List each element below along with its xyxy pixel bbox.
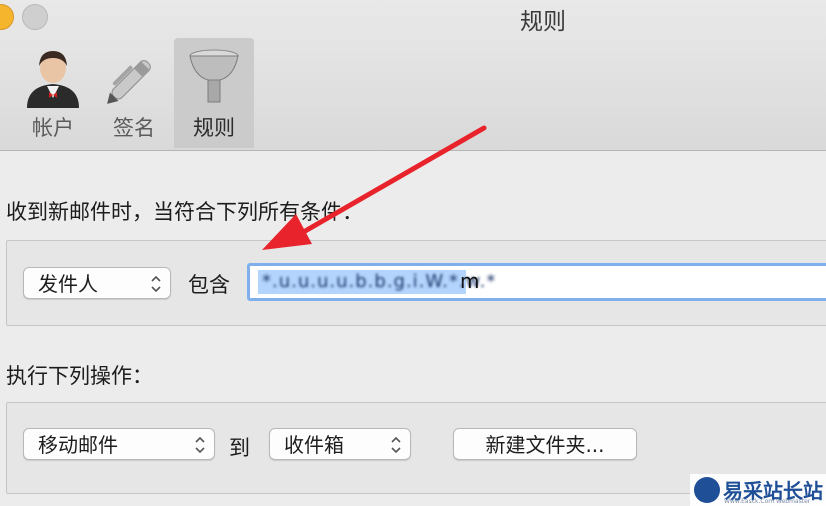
window-toolbar: 规则 帐户 签名 规则 xyxy=(0,0,826,151)
mailbox-select[interactable]: 收件箱 xyxy=(269,428,411,460)
chevron-updown-icon xyxy=(195,436,205,454)
condition-field-value: 发件人 xyxy=(38,272,98,296)
tab-label: 帐户 xyxy=(32,116,74,140)
condition-value-field[interactable]: *.u.u.u.u.b.b.g.i.W.*.w.* m xyxy=(247,263,826,301)
chevron-updown-icon xyxy=(391,436,401,454)
person-icon xyxy=(27,51,79,108)
tab-signatures[interactable]: 签名 xyxy=(94,38,174,148)
site-watermark: 易采站长站 Www.Easck.Com Webmaster xyxy=(690,474,826,506)
action-select-value: 移动邮件 xyxy=(38,433,118,457)
tab-label: 签名 xyxy=(113,116,155,140)
conditions-heading: 收到新邮件时，当符合下列所有条件： xyxy=(6,200,363,224)
operator-label: 包含 xyxy=(188,273,230,297)
watermark-logo-icon xyxy=(694,477,720,503)
to-label: 到 xyxy=(229,436,250,460)
funnel-icon xyxy=(189,49,239,103)
watermark-subtext: Www.Easck.Com Webmaster xyxy=(724,498,811,505)
action-select[interactable]: 移动邮件 xyxy=(23,428,215,460)
condition-field-select[interactable]: 发件人 xyxy=(23,267,171,299)
tab-label: 规则 xyxy=(193,116,235,140)
actions-heading: 执行下列操作： xyxy=(6,364,153,388)
window-title: 规则 xyxy=(520,9,566,35)
email-text-tail: m xyxy=(460,269,480,293)
conditions-box: 发件人 包含 *.u.u.u.u.b.b.g.i.W.*.w.* m xyxy=(6,240,826,326)
tab-accounts[interactable]: 帐户 xyxy=(13,38,93,148)
new-folder-button[interactable]: 新建文件夹... xyxy=(453,428,637,460)
mailbox-select-value: 收件箱 xyxy=(284,433,344,457)
pen-icon xyxy=(107,60,151,104)
chevron-updown-icon xyxy=(151,275,161,293)
tab-rules[interactable]: 规则 xyxy=(174,38,254,148)
